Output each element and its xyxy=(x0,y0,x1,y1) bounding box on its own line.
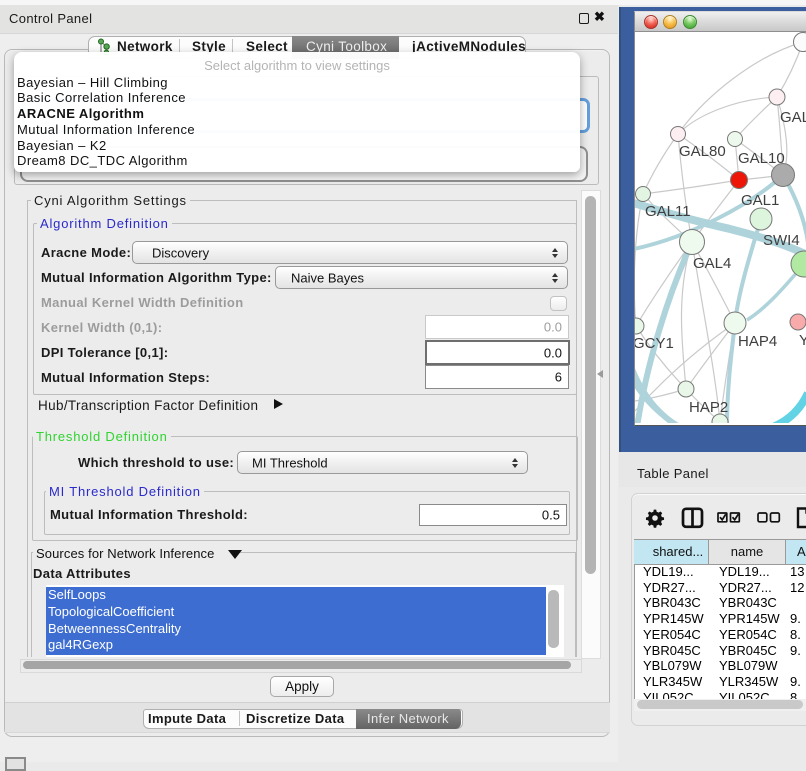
svg-text:GAL11: GAL11 xyxy=(645,203,691,220)
svg-text:GAL1: GAL1 xyxy=(741,192,779,209)
svg-text:SWI4: SWI4 xyxy=(763,232,800,249)
svg-text:GAL4: GAL4 xyxy=(693,255,731,272)
svg-text:HAP4: HAP4 xyxy=(738,333,777,350)
svg-text:Y: Y xyxy=(799,332,806,349)
svg-text:GAL80: GAL80 xyxy=(679,143,726,160)
svg-text:GCY1: GCY1 xyxy=(635,335,674,352)
svg-text:GAL10: GAL10 xyxy=(738,150,785,167)
svg-text:GAL: GAL xyxy=(780,109,806,126)
svg-text:HAP2: HAP2 xyxy=(689,399,728,416)
